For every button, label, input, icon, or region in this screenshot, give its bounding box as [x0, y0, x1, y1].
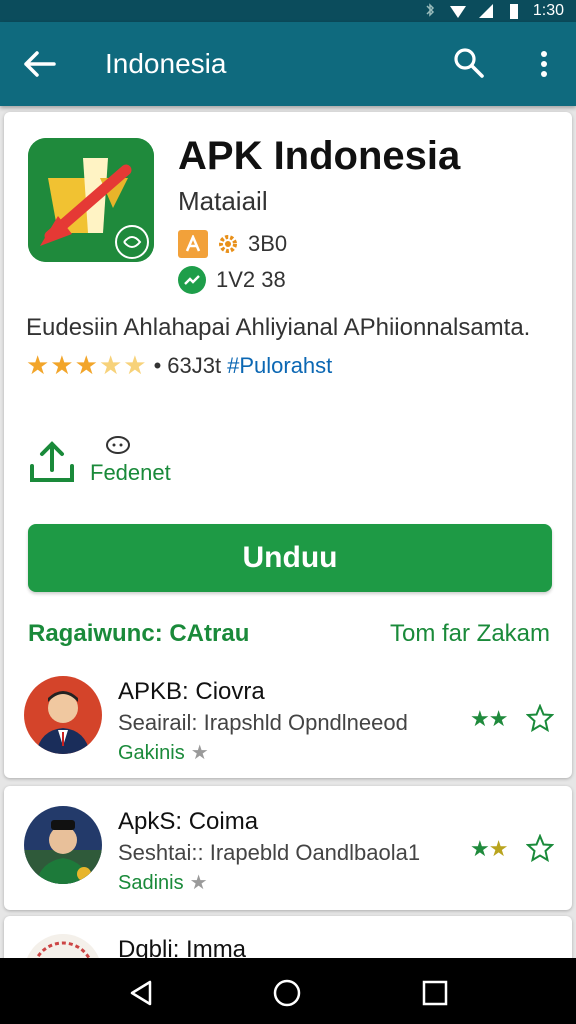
star-icon: ★: [190, 742, 209, 764]
more-options-icon[interactable]: [532, 46, 556, 82]
rating-stars: ★★★★★: [26, 350, 148, 380]
list-item[interactable]: ApkS: Coima Seshtai:: Irapebld Oandlbaol…: [4, 786, 572, 910]
trend-icon: [178, 266, 206, 294]
signal-icon: [478, 4, 493, 18]
app-meta-version: 1V2 38: [178, 266, 286, 294]
favorite-star-icon[interactable]: [526, 834, 554, 862]
list-item-subtitle: Seairail: Irapshld Opndlneeod: [118, 710, 408, 735]
avatar: [24, 676, 102, 754]
page-title: Indonesia: [105, 48, 227, 79]
list-item-tag: Gakinis ★: [118, 740, 209, 765]
share-upload-icon[interactable]: [28, 440, 76, 484]
search-icon[interactable]: [452, 46, 486, 80]
app-name: APK Indonesia: [178, 134, 461, 178]
section-title: Ragaiwunc: CAtrau: [28, 620, 250, 647]
favorite-star-icon[interactable]: [526, 704, 554, 732]
avatar: [24, 806, 102, 884]
chat-bubble-icon: [106, 436, 130, 454]
list-item-tag-label: Gakinis: [118, 742, 185, 764]
battery-icon: [509, 4, 518, 19]
list-item-content: ApkS: Coima Seshtai:: Irapebld Oandlbaol…: [4, 806, 572, 916]
list-item-title: ApkS: Coima: [118, 808, 259, 835]
back-arrow-icon[interactable]: [22, 48, 58, 80]
nav-back-icon[interactable]: [126, 978, 156, 1008]
app-detail-card: APK Indonesia Mataiail 3B0 1V2 38 Eudesi…: [4, 112, 572, 778]
app-description: Eudesiin Ahlahapai Ahliyianal APhiionnal…: [26, 314, 531, 341]
section-more-link[interactable]: Tom far Zakam: [390, 620, 550, 648]
list-item-rating-stars: ★★: [470, 706, 508, 731]
list-item-tag-label: Sadinis: [118, 872, 184, 894]
app-logo-icon: [28, 138, 154, 262]
bullet-separator: •: [153, 352, 162, 378]
status-time: 1:30: [532, 2, 564, 19]
rating-count: 63J3t: [167, 352, 222, 378]
list-item[interactable]: APKB: Ciovra Seairail: Irapshld Opndlnee…: [4, 676, 572, 786]
status-bar: 1:30: [0, 0, 576, 22]
app-version: 1V2 38: [216, 267, 286, 292]
app-size: 3B0: [248, 231, 288, 256]
app-meta-size: 3B0: [178, 230, 287, 258]
list-item-tag: Sadinis ★: [118, 870, 208, 895]
rating-row: ★★★★★ • 63J3t #Pulorahst: [26, 350, 332, 381]
navigation-bar: [0, 958, 576, 1024]
nav-recents-icon[interactable]: [420, 978, 450, 1008]
list-item-subtitle: Seshtai:: Irapebld Oandlbaola1: [118, 840, 421, 865]
star-icon: ★: [189, 872, 208, 894]
list-item-rating-stars: ★★: [470, 836, 508, 861]
list-item-title: APKB: Ciovra: [118, 678, 265, 705]
category-link[interactable]: #Pulorahst: [227, 353, 332, 379]
share-label: Fedenet: [90, 460, 171, 485]
app-bar: Indonesia: [0, 22, 576, 106]
share-control[interactable]: Fedenet: [28, 434, 188, 485]
gear-icon: [219, 235, 237, 253]
developer-name[interactable]: Mataiail: [178, 186, 268, 217]
download-button[interactable]: Unduu: [28, 524, 552, 592]
bluetooth-icon: [426, 3, 434, 17]
age-rating-icon: [178, 230, 208, 258]
wifi-icon: [449, 6, 466, 18]
nav-home-icon[interactable]: [272, 978, 302, 1008]
